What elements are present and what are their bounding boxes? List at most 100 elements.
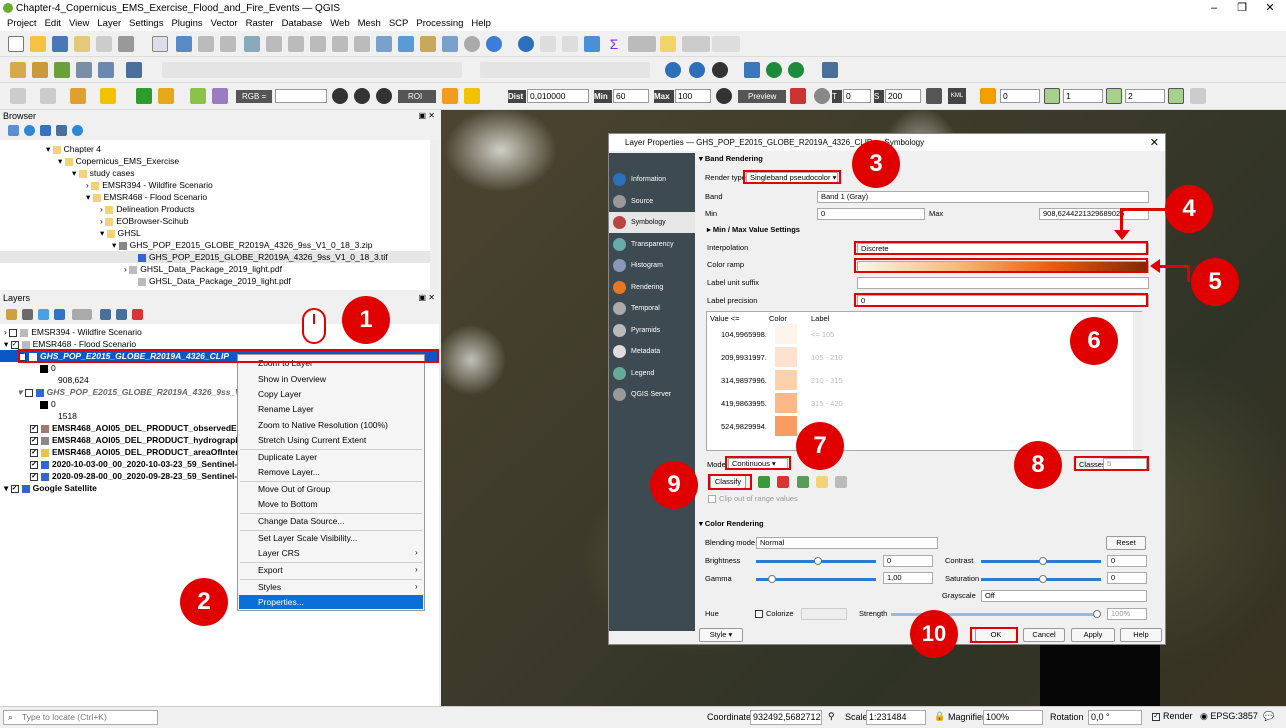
suffix-field[interactable] — [857, 277, 1149, 289]
new-layer-icon[interactable] — [32, 62, 48, 78]
menu-database[interactable]: Database — [278, 17, 327, 31]
road-graph-icon[interactable] — [712, 62, 728, 78]
band-rendering-header[interactable]: ▾ Band Rendering — [699, 153, 763, 165]
add-selected-icon[interactable] — [8, 125, 19, 136]
field-calculator-icon[interactable] — [562, 36, 578, 52]
ctx-styles[interactable]: Styles — [258, 580, 281, 594]
scp-table-icon[interactable] — [1190, 88, 1206, 104]
layer-group-wildfire[interactable]: › EMSR394 - Wildfire Scenario — [4, 326, 142, 338]
menu-mesh[interactable]: Mesh — [354, 17, 385, 31]
help-button[interactable]: Help — [1120, 628, 1162, 642]
browser-item[interactable]: ▾ study cases — [72, 167, 135, 179]
scp-clean-icon[interactable] — [926, 88, 942, 104]
scp-tool-icon[interactable] — [158, 88, 174, 104]
bookmark-icon[interactable] — [420, 36, 436, 52]
pan-icon[interactable] — [152, 36, 168, 52]
browser-scrollbar[interactable] — [430, 140, 439, 290]
row-color-swatch[interactable] — [775, 324, 797, 344]
remove-class-icon[interactable] — [777, 476, 789, 488]
menu-vector[interactable]: Vector — [207, 17, 242, 31]
reset-button[interactable]: Reset — [1106, 536, 1146, 550]
scp-tool4-icon[interactable] — [100, 88, 116, 104]
row-value[interactable]: 104,9965998. — [721, 329, 767, 341]
cancel-button[interactable]: Cancel — [1023, 628, 1065, 642]
brightness-slider[interactable] — [756, 557, 876, 565]
menu-layer[interactable]: Layer — [93, 17, 125, 31]
menu-edit[interactable]: Edit — [41, 17, 65, 31]
browser-item[interactable]: GHSL_Data_Package_2019_light.pdf — [138, 275, 291, 287]
row-color-swatch[interactable] — [775, 370, 797, 390]
statistics-icon[interactable]: Σ — [606, 36, 622, 52]
save-as-icon[interactable] — [74, 36, 90, 52]
table-scrollbar[interactable] — [1133, 312, 1142, 450]
preview-pointer-icon[interactable] — [716, 88, 732, 104]
browser-item[interactable]: ▾ GHS_POP_E2015_GLOBE_R2019A_4326_9ss_V1… — [112, 239, 373, 251]
scp-tool-a-icon[interactable] — [332, 88, 348, 104]
ctx-move-out[interactable]: Move Out of Group — [258, 482, 330, 496]
min-field[interactable]: 0 — [817, 208, 925, 220]
scp-color-icon[interactable] — [790, 88, 806, 104]
zoom-layer-icon[interactable] — [288, 36, 304, 52]
browser-item[interactable]: ▾ GHSL — [100, 227, 141, 239]
pan-to-selection-icon[interactable] — [176, 36, 192, 52]
minimize-button[interactable]: – — [1200, 0, 1228, 17]
ctx-remove[interactable]: Remove Layer... — [258, 465, 320, 479]
ctx-export[interactable]: Export — [258, 563, 283, 577]
ctx-properties[interactable]: Properties... — [239, 595, 423, 609]
browser-filter-icon[interactable] — [40, 125, 51, 136]
expand-all-icon[interactable] — [100, 309, 111, 320]
menu-web[interactable]: Web — [326, 17, 353, 31]
zoom-last-icon[interactable] — [332, 36, 348, 52]
color-rendering-header[interactable]: ▾ Color Rendering — [699, 518, 764, 530]
save-project-icon[interactable] — [52, 36, 68, 52]
plugin-check-icon[interactable] — [788, 62, 804, 78]
add-wms-icon[interactable] — [98, 62, 114, 78]
scp-select-icon[interactable] — [10, 88, 26, 104]
band-field-1[interactable]: 0 — [1000, 89, 1040, 103]
add-class-icon[interactable] — [758, 476, 770, 488]
print-layout-icon[interactable] — [96, 36, 112, 52]
browser-close-icon[interactable]: ▣ ✕ — [419, 110, 435, 122]
tab-symbology[interactable]: Symbology — [609, 212, 695, 233]
colorize-color[interactable] — [801, 608, 847, 620]
row-color-swatch[interactable] — [775, 393, 797, 413]
ctx-stretch[interactable]: Stretch Using Current Extent — [258, 433, 366, 447]
text-annotation-icon[interactable] — [712, 36, 740, 52]
contrast-spin[interactable]: 0 — [1107, 555, 1147, 567]
zoom-out-icon[interactable] — [220, 36, 236, 52]
toggle-edit-icon[interactable] — [126, 62, 142, 78]
layer-observed-event[interactable]: ✓ EMSR468_AOI05_DEL_PRODUCT_observedEvent — [30, 422, 254, 434]
scp-tool-c-icon[interactable] — [376, 88, 392, 104]
zoom-in-icon[interactable] — [198, 36, 214, 52]
row-label[interactable]: 210 - 315 — [811, 375, 843, 387]
max-input[interactable]: 100 — [675, 89, 711, 103]
layer-ghs-pop-9ss[interactable]: ▾ GHS_POP_E2015_GLOBE_R2019A_4326_9ss_V1… — [18, 386, 255, 398]
next-band-2-icon[interactable] — [1106, 88, 1122, 104]
row-value[interactable]: 314,9897996. — [721, 375, 767, 387]
browser-refresh-icon[interactable] — [24, 125, 35, 136]
ctx-copy-layer[interactable]: Copy Layer — [258, 387, 301, 401]
tab-pyramids[interactable]: Pyramids — [609, 320, 695, 341]
row-label[interactable]: 105 - 210 — [811, 352, 843, 364]
scp-composite-icon[interactable] — [212, 88, 228, 104]
tab-transparency[interactable]: Transparency — [609, 234, 695, 255]
t-input[interactable]: 0 — [843, 89, 871, 103]
saturation-slider[interactable] — [981, 575, 1101, 583]
python-console-icon[interactable] — [744, 62, 760, 78]
min-input[interactable]: 60 — [613, 89, 649, 103]
next-band-1-icon[interactable] — [1044, 88, 1060, 104]
menu-project[interactable]: Project — [3, 17, 41, 31]
map-tips-icon[interactable] — [660, 36, 676, 52]
row-value[interactable]: 209,9931997. — [721, 352, 767, 364]
ctx-show-in-overview[interactable]: Show in Overview — [258, 372, 326, 386]
tab-rendering[interactable]: Rendering — [609, 277, 695, 298]
locator-input[interactable]: ⌕ Type to locate (Ctrl+K) — [3, 710, 158, 725]
minmax-settings[interactable]: ▸ Min / Max Value Settings — [707, 224, 800, 236]
next-band-3-icon[interactable] — [1168, 88, 1184, 104]
colorize-checkbox[interactable]: Colorize — [755, 608, 794, 620]
remove-layer-icon[interactable] — [132, 309, 143, 320]
magnifier-spin[interactable]: 100% — [983, 710, 1043, 725]
scale-combo[interactable]: 1:231484 — [866, 710, 926, 725]
layers-close-icon[interactable]: ▣ ✕ — [419, 292, 435, 304]
layer-sentinel-1003[interactable]: ✓ 2020-10-03-00_00_2020-10-03-23_59_Senti… — [30, 458, 237, 470]
